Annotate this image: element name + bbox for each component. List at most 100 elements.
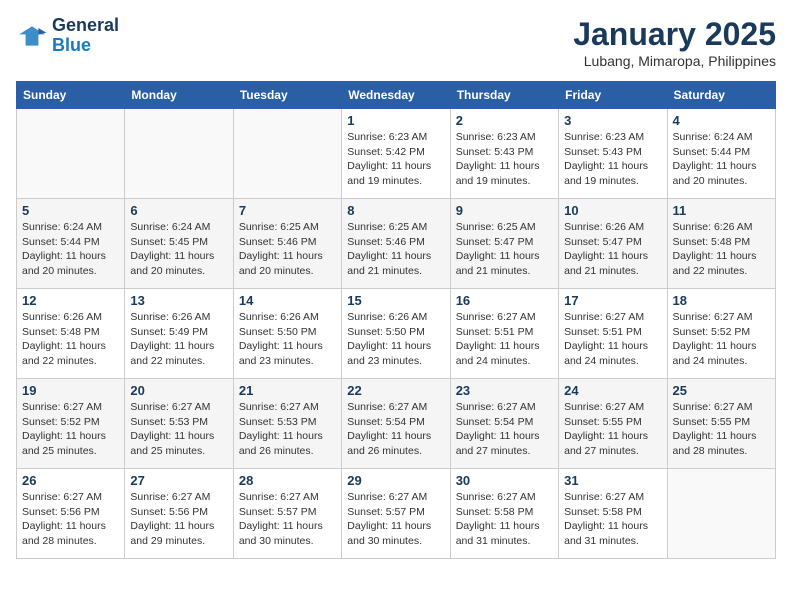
calendar-cell: 2Sunrise: 6:23 AM Sunset: 5:43 PM Daylig…: [450, 109, 558, 199]
day-number: 19: [22, 383, 119, 398]
calendar-cell: 16 Sunrise: 6:27 AM Sunset: 5:51 PM Dayli…: [450, 289, 558, 379]
calendar-cell: 20 Sunrise: 6:27 AM Sunset: 5:53 PM Dayli…: [125, 379, 233, 469]
logo-icon: [16, 20, 48, 52]
calendar-cell: 26Sunrise: 6:27 AM Sunset: 5:56 PM Dayli…: [17, 469, 125, 559]
day-number: 20: [130, 383, 227, 398]
day-info: Sunrise: 6:27 AM Sunset: 5:55 PM Dayligh…: [673, 400, 770, 459]
day-info: Sunrise: 6:26 AM Sunset: 5:50 PM Dayligh…: [347, 310, 444, 369]
day-number: 11: [673, 203, 770, 218]
calendar-cell: 4 Sunrise: 6:24 AM Sunset: 5:44 PM Daylig…: [667, 109, 775, 199]
day-info: Sunrise: 6:27 AM Sunset: 5:53 PM Dayligh…: [130, 400, 227, 459]
logo: General Blue: [16, 16, 119, 56]
calendar-cell: 6 Sunrise: 6:24 AM Sunset: 5:45 PM Daylig…: [125, 199, 233, 289]
calendar-cell: 3Sunrise: 6:23 AM Sunset: 5:43 PM Daylig…: [559, 109, 667, 199]
day-info: Sunrise: 6:27 AM Sunset: 5:52 PM Dayligh…: [673, 310, 770, 369]
calendar-cell: 19Sunrise: 6:27 AM Sunset: 5:52 PM Dayli…: [17, 379, 125, 469]
logo-general: General: [52, 16, 119, 36]
calendar-cell: [17, 109, 125, 199]
month-title: January 2025: [573, 16, 776, 53]
day-info: Sunrise: 6:25 AM Sunset: 5:47 PM Dayligh…: [456, 220, 553, 279]
day-info: Sunrise: 6:27 AM Sunset: 5:58 PM Dayligh…: [564, 490, 661, 549]
day-info: Sunrise: 6:27 AM Sunset: 5:54 PM Dayligh…: [347, 400, 444, 459]
day-number: 31: [564, 473, 661, 488]
day-number: 4: [673, 113, 770, 128]
calendar-cell: 11 Sunrise: 6:26 AM Sunset: 5:48 PM Dayli…: [667, 199, 775, 289]
calendar-cell: 8 Sunrise: 6:25 AM Sunset: 5:46 PM Daylig…: [342, 199, 450, 289]
calendar-week-row: 26 Sunrise: 6:27 AM Sunset: 5:56 PM Dayli…: [17, 469, 776, 559]
day-number: 29: [347, 473, 444, 488]
calendar-cell: [233, 109, 341, 199]
calendar-cell: 5 Sunrise: 6:24 AM Sunset: 5:44 PM Daylig…: [17, 199, 125, 289]
day-number: 8: [347, 203, 444, 218]
day-number: 30: [456, 473, 553, 488]
calendar-cell: 9 Sunrise: 6:25 AM Sunset: 5:47 PM Daylig…: [450, 199, 558, 289]
calendar-week-row: 12Sunrise: 6:26 AM Sunset: 5:48 PM Dayli…: [17, 289, 776, 379]
calendar-table: SundayMondayTuesdayWednesdayThursdayFrid…: [16, 81, 776, 559]
calendar-cell: 1 Sunrise: 6:23 AM Sunset: 5:42 PM Daylig…: [342, 109, 450, 199]
day-info: Sunrise: 6:25 AM Sunset: 5:46 PM Dayligh…: [239, 220, 336, 279]
day-number: 27: [130, 473, 227, 488]
day-number: 17: [564, 293, 661, 308]
calendar-cell: 10 Sunrise: 6:26 AM Sunset: 5:47 PM Dayli…: [559, 199, 667, 289]
calendar-cell: 22Sunrise: 6:27 AM Sunset: 5:54 PM Dayli…: [342, 379, 450, 469]
day-number: 5: [22, 203, 119, 218]
calendar-cell: 12Sunrise: 6:26 AM Sunset: 5:48 PM Dayli…: [17, 289, 125, 379]
calendar-header-row: SundayMondayTuesdayWednesdayThursdayFrid…: [17, 82, 776, 109]
day-info: Sunrise: 6:27 AM Sunset: 5:54 PM Dayligh…: [456, 400, 553, 459]
day-info: Sunrise: 6:27 AM Sunset: 5:56 PM Dayligh…: [130, 490, 227, 549]
day-number: 10: [564, 203, 661, 218]
day-number: 7: [239, 203, 336, 218]
day-info: Sunrise: 6:27 AM Sunset: 5:57 PM Dayligh…: [239, 490, 336, 549]
day-number: 2: [456, 113, 553, 128]
title-block: January 2025 Lubang, Mimaropa, Philippin…: [573, 16, 776, 69]
day-info: Sunrise: 6:26 AM Sunset: 5:49 PM Dayligh…: [130, 310, 227, 369]
calendar-cell: 28Sunrise: 6:27 AM Sunset: 5:57 PM Dayli…: [233, 469, 341, 559]
day-number: 16: [456, 293, 553, 308]
day-number: 24: [564, 383, 661, 398]
day-info: Sunrise: 6:27 AM Sunset: 5:51 PM Dayligh…: [564, 310, 661, 369]
column-header-thursday: Thursday: [450, 82, 558, 109]
day-number: 18: [673, 293, 770, 308]
day-number: 14: [239, 293, 336, 308]
day-info: Sunrise: 6:27 AM Sunset: 5:51 PM Dayligh…: [456, 310, 553, 369]
day-info: Sunrise: 6:26 AM Sunset: 5:48 PM Dayligh…: [673, 220, 770, 279]
day-number: 6: [130, 203, 227, 218]
day-number: 1: [347, 113, 444, 128]
day-info: Sunrise: 6:23 AM Sunset: 5:42 PM Dayligh…: [347, 130, 444, 189]
day-number: 26: [22, 473, 119, 488]
day-number: 23: [456, 383, 553, 398]
day-number: 9: [456, 203, 553, 218]
calendar-cell: 21 Sunrise: 6:27 AM Sunset: 5:53 PM Dayli…: [233, 379, 341, 469]
day-info: Sunrise: 6:24 AM Sunset: 5:45 PM Dayligh…: [130, 220, 227, 279]
calendar-cell: 7 Sunrise: 6:25 AM Sunset: 5:46 PM Daylig…: [233, 199, 341, 289]
day-info: Sunrise: 6:27 AM Sunset: 5:57 PM Dayligh…: [347, 490, 444, 549]
day-info: Sunrise: 6:24 AM Sunset: 5:44 PM Dayligh…: [673, 130, 770, 189]
calendar-week-row: 19Sunrise: 6:27 AM Sunset: 5:52 PM Dayli…: [17, 379, 776, 469]
day-info: Sunrise: 6:26 AM Sunset: 5:48 PM Dayligh…: [22, 310, 119, 369]
day-info: Sunrise: 6:25 AM Sunset: 5:46 PM Dayligh…: [347, 220, 444, 279]
day-number: 21: [239, 383, 336, 398]
calendar-week-row: 5 Sunrise: 6:24 AM Sunset: 5:44 PM Daylig…: [17, 199, 776, 289]
calendar-week-row: 1 Sunrise: 6:23 AM Sunset: 5:42 PM Daylig…: [17, 109, 776, 199]
column-header-wednesday: Wednesday: [342, 82, 450, 109]
calendar-cell: 14Sunrise: 6:26 AM Sunset: 5:50 PM Dayli…: [233, 289, 341, 379]
column-header-friday: Friday: [559, 82, 667, 109]
calendar-cell: 15 Sunrise: 6:26 AM Sunset: 5:50 PM Dayli…: [342, 289, 450, 379]
day-number: 15: [347, 293, 444, 308]
day-info: Sunrise: 6:24 AM Sunset: 5:44 PM Dayligh…: [22, 220, 119, 279]
day-info: Sunrise: 6:27 AM Sunset: 5:53 PM Dayligh…: [239, 400, 336, 459]
column-header-monday: Monday: [125, 82, 233, 109]
calendar-cell: 25 Sunrise: 6:27 AM Sunset: 5:55 PM Dayli…: [667, 379, 775, 469]
day-info: Sunrise: 6:27 AM Sunset: 5:58 PM Dayligh…: [456, 490, 553, 549]
day-number: 3: [564, 113, 661, 128]
day-info: Sunrise: 6:27 AM Sunset: 5:55 PM Dayligh…: [564, 400, 661, 459]
logo-text: General Blue: [52, 16, 119, 56]
day-info: Sunrise: 6:26 AM Sunset: 5:47 PM Dayligh…: [564, 220, 661, 279]
calendar-cell: 27 Sunrise: 6:27 AM Sunset: 5:56 PM Dayli…: [125, 469, 233, 559]
column-header-tuesday: Tuesday: [233, 82, 341, 109]
day-number: 25: [673, 383, 770, 398]
logo-blue: Blue: [52, 36, 119, 56]
calendar-cell: 31 Sunrise: 6:27 AM Sunset: 5:58 PM Dayli…: [559, 469, 667, 559]
calendar-cell: 23 Sunrise: 6:27 AM Sunset: 5:54 PM Dayli…: [450, 379, 558, 469]
calendar-cell: 24 Sunrise: 6:27 AM Sunset: 5:55 PM Dayli…: [559, 379, 667, 469]
